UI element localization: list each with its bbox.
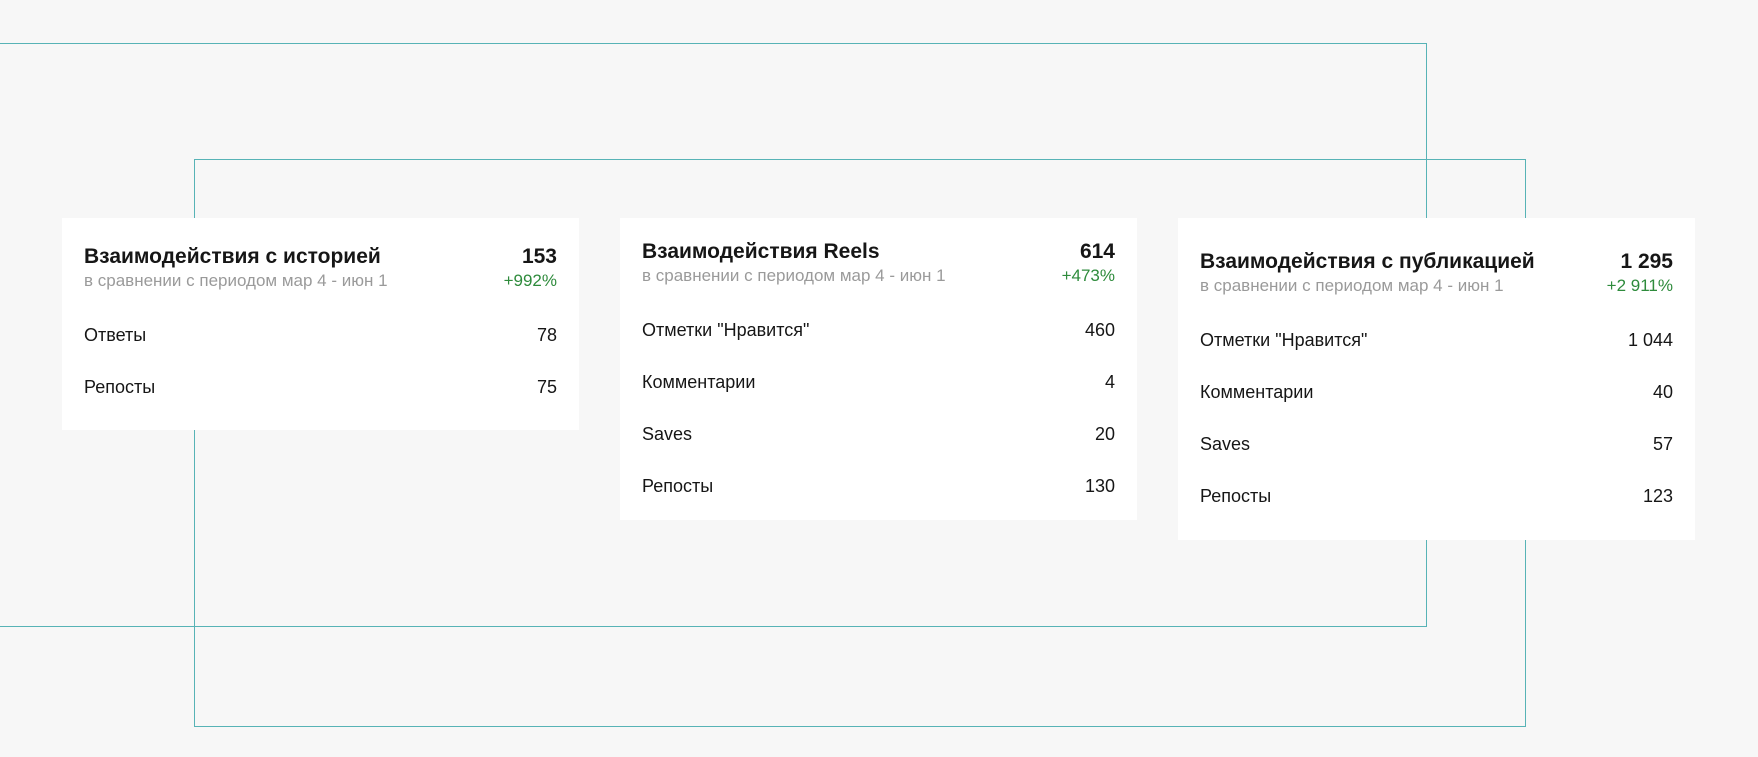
metric-label: Комментарии — [642, 371, 756, 392]
metric-value: 20 — [1094, 423, 1115, 444]
metric-row-saves: Saves 20 — [642, 408, 1115, 460]
card-header: Взаимодействия с публикацией в сравнении… — [1200, 218, 1673, 297]
metrics-list: Ответы 78 Репосты 75 — [84, 309, 557, 413]
card-total: 1 295 — [1620, 250, 1673, 273]
metric-row-likes: Отметки "Нравится" 460 — [642, 304, 1115, 356]
card-change-percent: +473% — [1061, 266, 1115, 285]
card-title: Взаимодействия с публикацией — [1200, 250, 1535, 273]
card-heading: Взаимодействия с публикацией в сравнении… — [1200, 250, 1535, 297]
metric-label: Комментарии — [1200, 381, 1314, 402]
metric-label: Ответы — [84, 324, 147, 345]
metric-value: 123 — [1642, 485, 1673, 506]
metric-label: Saves — [1200, 433, 1251, 454]
card-title: Взаимодействия с историей — [84, 245, 381, 268]
metric-value: 460 — [1084, 319, 1115, 340]
card-total: 153 — [521, 245, 557, 268]
metric-value: 75 — [536, 376, 557, 397]
metric-row-reposts: Репосты 75 — [84, 361, 557, 413]
metric-label: Репосты — [1200, 485, 1272, 506]
card-title: Взаимодействия Reels — [642, 240, 880, 263]
metric-row-comments: Комментарии 4 — [642, 356, 1115, 408]
card-header: Взаимодействия Reels в сравнении с перио… — [642, 218, 1115, 287]
card-comparison-period: в сравнении с периодом мар 4 - июн 1 — [84, 271, 388, 290]
metric-row-reposts: Репосты 130 — [642, 460, 1115, 512]
card-comparison-period: в сравнении с периодом мар 4 - июн 1 — [642, 266, 946, 285]
metrics-list: Отметки "Нравится" 460 Комментарии 4 Sav… — [642, 304, 1115, 512]
card-total: 614 — [1079, 240, 1115, 263]
card-total-block: 153 +992% — [504, 245, 557, 292]
metric-row-saves: Saves 57 — [1200, 418, 1673, 470]
reels-interactions-card: Взаимодействия Reels в сравнении с перио… — [620, 218, 1137, 520]
card-total-block: 1 295 +2 911% — [1607, 250, 1673, 297]
metric-row-likes: Отметки "Нравится" 1 044 — [1200, 314, 1673, 366]
metric-value: 57 — [1652, 433, 1673, 454]
metric-row-replies: Ответы 78 — [84, 309, 557, 361]
metric-value: 1 044 — [1627, 329, 1673, 350]
story-interactions-card: Взаимодействия с историей в сравнении с … — [62, 218, 579, 430]
metric-label: Saves — [642, 423, 693, 444]
post-interactions-card: Взаимодействия с публикацией в сравнении… — [1178, 218, 1695, 540]
card-total-block: 614 +473% — [1062, 240, 1115, 287]
card-change-percent: +992% — [503, 271, 557, 290]
metric-label: Отметки "Нравится" — [1200, 329, 1368, 350]
metric-row-comments: Комментарии 40 — [1200, 366, 1673, 418]
metric-value: 78 — [536, 324, 557, 345]
metric-label: Отметки "Нравится" — [642, 319, 810, 340]
metric-row-reposts: Репосты 123 — [1200, 470, 1673, 522]
metric-label: Репосты — [642, 475, 714, 496]
card-heading: Взаимодействия Reels в сравнении с перио… — [642, 240, 946, 287]
metrics-list: Отметки "Нравится" 1 044 Комментарии 40 … — [1200, 314, 1673, 522]
card-comparison-period: в сравнении с периодом мар 4 - июн 1 — [1200, 276, 1504, 295]
card-change-percent: +2 911% — [1606, 276, 1673, 295]
metric-value: 40 — [1652, 381, 1673, 402]
card-header: Взаимодействия с историей в сравнении с … — [84, 218, 557, 292]
card-heading: Взаимодействия с историей в сравнении с … — [84, 245, 388, 292]
metric-value: 130 — [1084, 475, 1115, 496]
metric-value: 4 — [1104, 371, 1115, 392]
metric-label: Репосты — [84, 376, 156, 397]
